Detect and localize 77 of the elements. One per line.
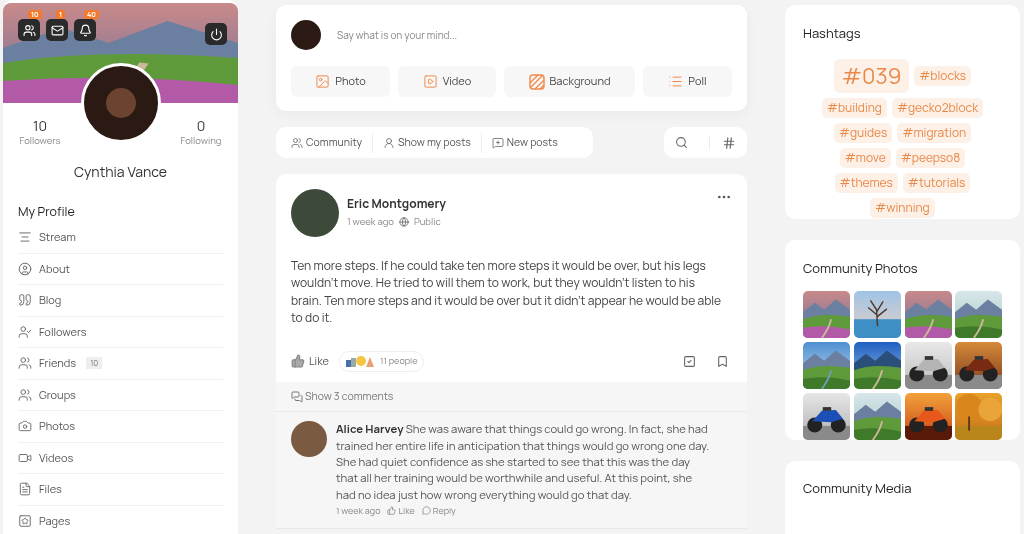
stat-value: 10 — [33, 117, 47, 134]
hash-icon — [722, 135, 737, 150]
profile-name: Cynthia Vance — [72, 163, 169, 181]
search-button[interactable] — [674, 136, 688, 149]
user-check-icon — [18, 324, 32, 339]
comment-time: 1 week ago — [336, 504, 381, 518]
users-icon — [18, 387, 32, 402]
menu-item[interactable]: Stream — [18, 222, 223, 254]
speech-bubble-icon — [421, 506, 431, 516]
bookmark-icon[interactable] — [716, 354, 729, 368]
post-time: 1 week ago — [347, 215, 394, 230]
section-title: My Profile — [18, 204, 76, 220]
message-plus-icon — [491, 136, 504, 149]
lines-icon — [18, 230, 32, 245]
play-icon — [422, 74, 438, 89]
power-icon — [209, 27, 223, 41]
filter-tab[interactable]: New posts — [480, 132, 568, 153]
menu-item[interactable]: Photos — [18, 411, 223, 443]
notification-button[interactable] — [46, 19, 68, 41]
notification-button[interactable] — [74, 19, 96, 41]
thumbs-up-icon — [387, 506, 397, 516]
count-badge: 10 — [86, 357, 103, 370]
comment-text: Alice Harvey She was aware that things could go wrong. In fact, she had trained her entire life in anticipation that things would go wrong one day. She had quiet confidence as she started to see that this was the day that all her training would be worthwhile and useful. At this point, she had no idea just how wrong everything would go that day. — [336, 421, 710, 504]
mail-icon — [50, 23, 64, 37]
avatar — [291, 20, 321, 50]
reaction-emoji-icon — [345, 355, 376, 368]
globe-icon — [398, 217, 409, 228]
logout-button[interactable] — [205, 23, 227, 45]
comments-icon — [291, 390, 303, 403]
menu-item[interactable]: Friends 10 — [18, 348, 223, 380]
post-input[interactable]: Say what is on your mind... — [337, 27, 732, 43]
image-icon — [315, 74, 331, 89]
menu-item[interactable]: About — [18, 253, 223, 285]
list-icon — [668, 74, 684, 89]
stripes-icon — [528, 73, 545, 90]
notification-button[interactable] — [18, 19, 40, 41]
users-icon — [22, 23, 36, 37]
check-square-icon[interactable] — [683, 354, 696, 368]
search-icon — [674, 136, 688, 149]
quote-icon — [18, 293, 32, 308]
author-name[interactable]: Eric Montgomery — [347, 196, 716, 212]
menu-item[interactable]: Pages — [18, 505, 223, 534]
hashtag-button[interactable] — [709, 135, 737, 150]
thumbs-up-icon — [291, 354, 305, 369]
card-title: Community Photos — [803, 259, 919, 276]
comment-reply-button[interactable]: Reply — [421, 504, 456, 518]
composer-button[interactable]: Background — [504, 66, 635, 97]
menu-item[interactable]: Files — [18, 474, 223, 506]
user-circle-icon — [18, 261, 32, 276]
privacy-label: Public — [413, 215, 441, 230]
like-button[interactable]: Like — [291, 352, 329, 370]
composer-button[interactable]: Video — [398, 66, 496, 97]
card-title: Hashtags — [803, 25, 862, 41]
user-icon — [383, 136, 396, 149]
filter-tab[interactable]: Community — [281, 132, 373, 153]
avatar — [291, 189, 339, 237]
users-icon — [18, 356, 32, 371]
star-square-icon — [18, 514, 32, 529]
file-icon — [18, 482, 32, 497]
stat-label: Followers — [19, 134, 61, 147]
menu-item[interactable]: Groups — [18, 379, 223, 411]
card-title: Community Media — [803, 479, 913, 496]
stat-value: 0 — [196, 117, 206, 134]
post-text: Ten more steps. If he could take ten more steps it would be over, but his legs wouldn't move. He tried to will them to work, but they wouldn't listen to his brain. Ten more steps and it would be over but it didn't appear he would be able to do it. — [290, 257, 723, 327]
menu-item[interactable]: Blog — [18, 285, 223, 317]
users-icon — [291, 136, 303, 149]
menu-item[interactable]: Followers — [18, 316, 223, 348]
comment-like-button[interactable]: Like — [387, 504, 415, 518]
camera-icon — [18, 419, 32, 434]
avatar — [291, 421, 327, 458]
show-comments-link[interactable]: Show 3 comments — [276, 382, 747, 413]
bell-icon — [78, 23, 92, 37]
composer-button[interactable]: Photo — [291, 66, 390, 97]
filter-tab[interactable]: Show my posts — [372, 132, 481, 153]
menu-item[interactable]: Videos — [18, 442, 223, 474]
stat-label: Following — [180, 134, 222, 147]
composer-button[interactable]: Poll — [643, 66, 732, 97]
